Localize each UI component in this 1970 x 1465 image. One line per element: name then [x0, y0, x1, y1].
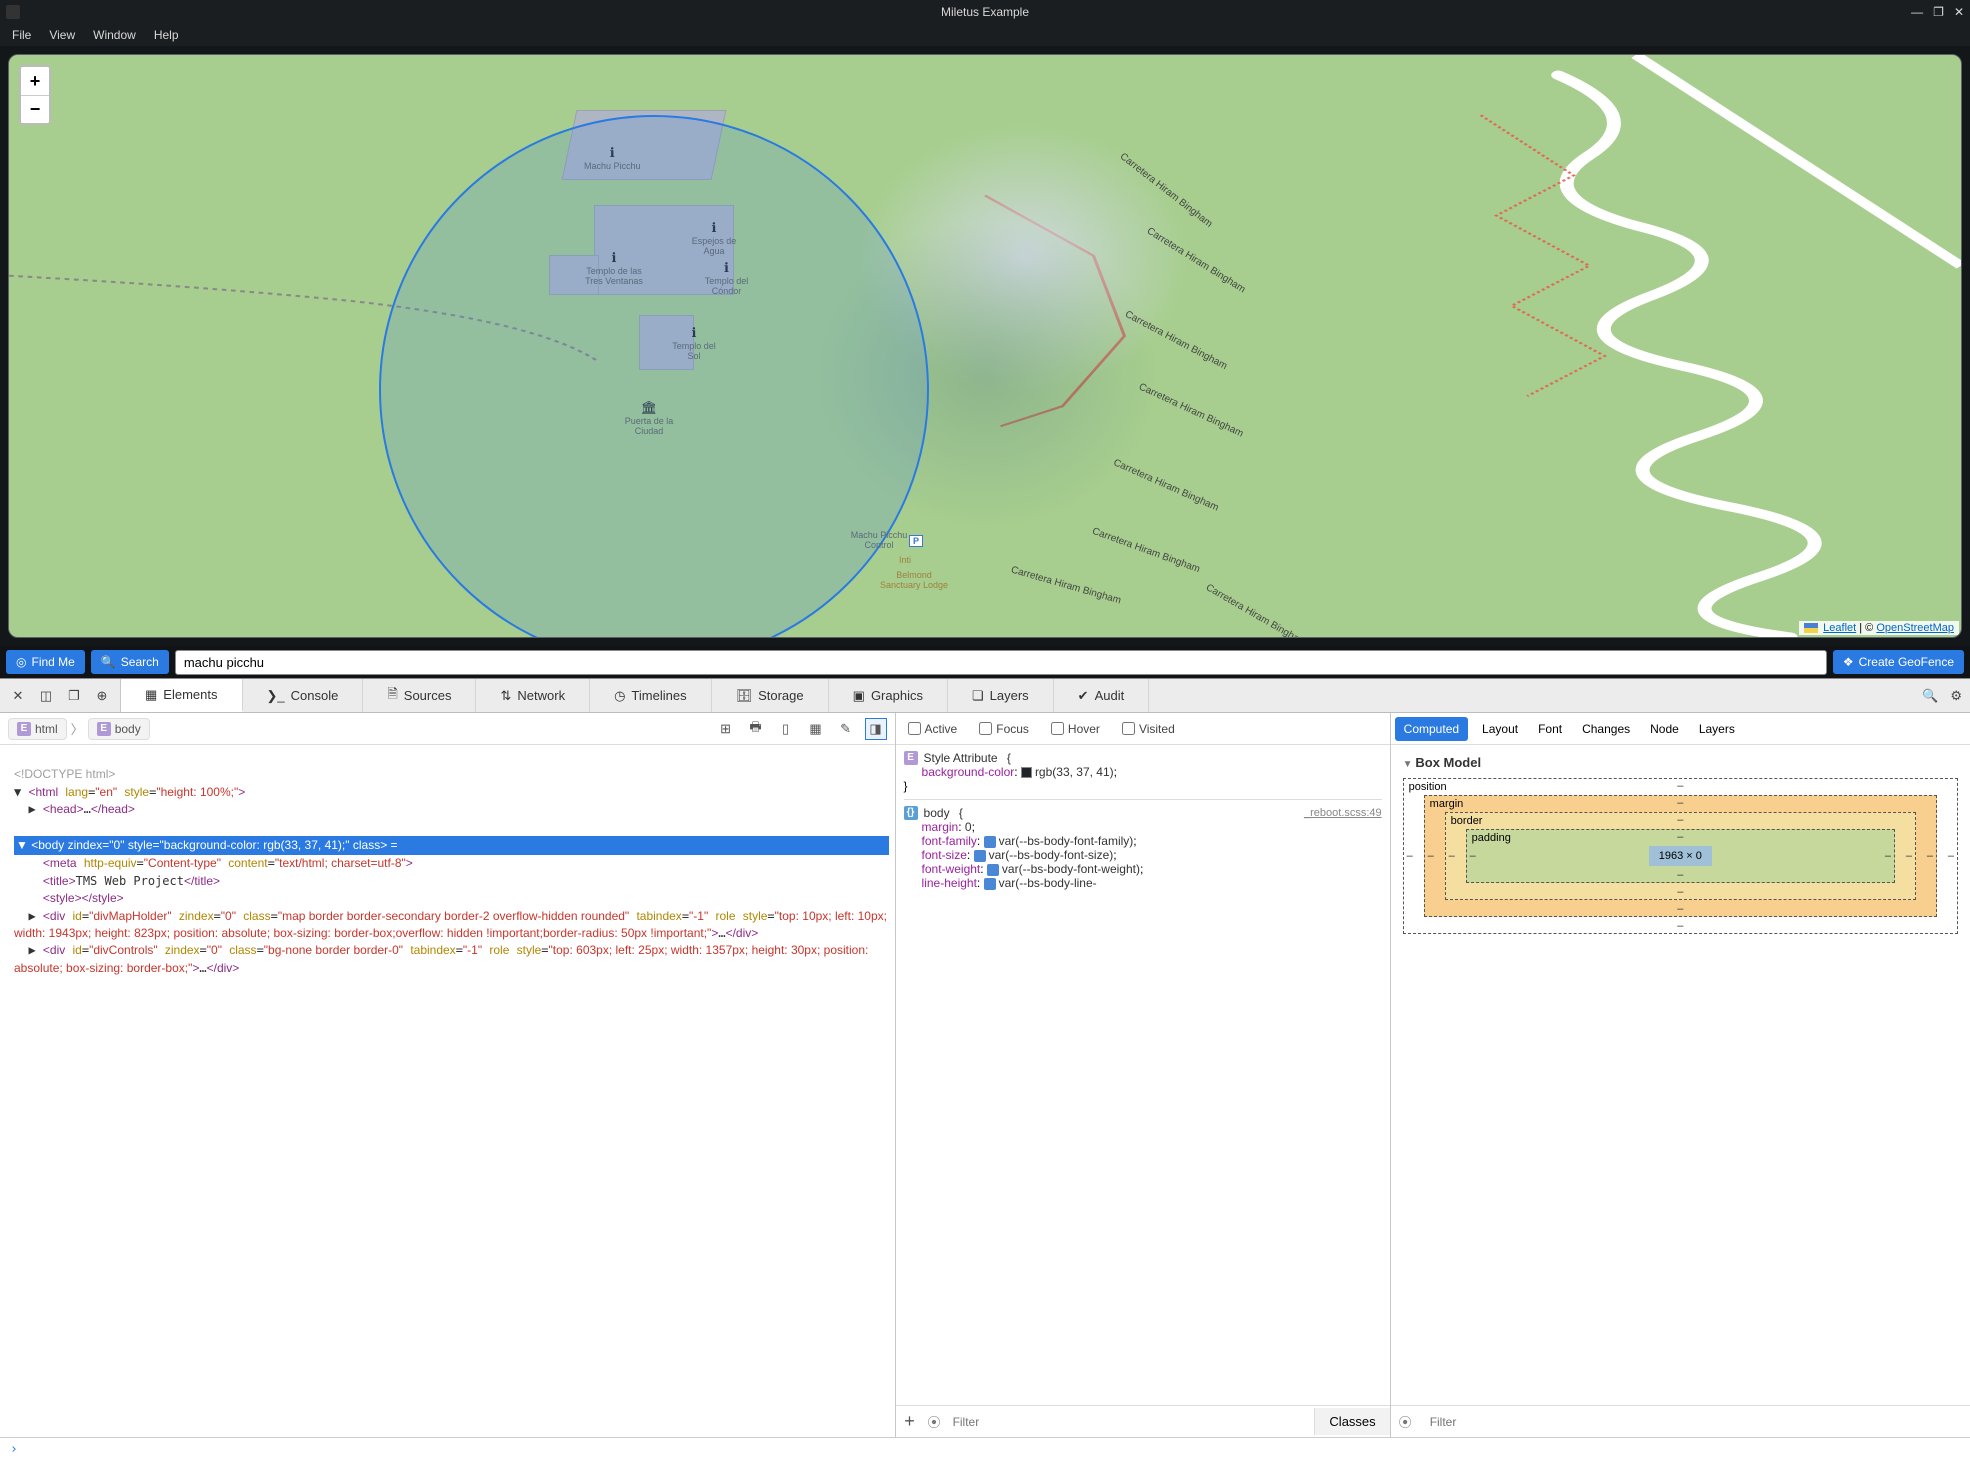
app-icon — [6, 5, 20, 19]
find-me-button[interactable]: ◎ Find Me — [6, 650, 85, 674]
toggle-pane-icon[interactable]: ◨ — [865, 718, 887, 740]
search-input[interactable] — [175, 650, 1827, 675]
font-tab[interactable]: Font — [1528, 715, 1572, 743]
box-model-content: 1963 × 0 — [1649, 846, 1712, 866]
zoom-in-button[interactable]: + — [21, 67, 49, 95]
changes-tab[interactable]: Changes — [1572, 715, 1640, 743]
layers-subtab[interactable]: Layers — [1689, 715, 1745, 743]
tab-console[interactable]: ❯_Console — [243, 679, 364, 712]
box-model-border: border –––– padding –––– 1963 × 0 — [1445, 812, 1916, 900]
box-model-margin: margin –––– border –––– padding –––– 196… — [1424, 795, 1937, 917]
menu-help[interactable]: Help — [146, 26, 187, 44]
layout-tab[interactable]: Layout — [1472, 715, 1528, 743]
rule-source-link[interactable]: _reboot.scss:49 — [1304, 807, 1382, 819]
create-geofence-button[interactable]: ❖ Create GeoFence — [1833, 650, 1964, 674]
console-tab-icon: ❯_ — [267, 688, 285, 704]
dock-popout-icon[interactable]: ❐ — [62, 684, 86, 708]
box-model-heading: Box Model — [1403, 755, 1958, 770]
devtools-panel: ✕ ◫ ❐ ⊕ ▦Elements ❯_Console 🗎Sources ⇅Ne… — [0, 678, 1970, 1465]
var-link-icon[interactable] — [987, 864, 999, 876]
menu-file[interactable]: File — [4, 26, 39, 44]
window-title: Miletus Example — [941, 5, 1029, 19]
window-maximize-button[interactable]: ❐ — [1933, 5, 1944, 19]
window-close-button[interactable]: ✕ — [1954, 5, 1964, 19]
filter-icon: ⦿ — [924, 1412, 945, 1431]
pseudo-state-row: Active Focus Hover Visited — [896, 713, 1390, 745]
search-icon: 🔍 — [101, 655, 116, 669]
state-visited[interactable]: Visited — [1122, 722, 1175, 736]
computed-tab[interactable]: Computed — [1395, 717, 1468, 741]
dock-side-icon[interactable]: ◫ — [34, 684, 58, 708]
state-active[interactable]: Active — [908, 722, 958, 736]
var-link-icon[interactable] — [974, 850, 986, 862]
var-link-icon[interactable] — [984, 836, 996, 848]
filter-icon: ⦿ — [1391, 1412, 1420, 1431]
computed-filter-input[interactable] — [1420, 1409, 1970, 1435]
map-viewport[interactable]: ℹMachu Picchu ℹTemplo de las Tres Ventan… — [8, 54, 1962, 638]
device-icon[interactable]: ▯ — [775, 718, 797, 740]
breadcrumb-html[interactable]: Ehtml — [8, 718, 67, 740]
sources-tab-icon: 🗎 — [387, 685, 397, 707]
devtools-settings-icon[interactable]: ⚙ — [1950, 688, 1962, 704]
state-focus[interactable]: Focus — [979, 722, 1029, 736]
dom-tree[interactable]: <!DOCTYPE html> ▼ <html lang="en" style=… — [0, 745, 895, 1437]
node-tab[interactable]: Node — [1640, 715, 1689, 743]
fence-icon: ❖ — [1843, 655, 1854, 669]
map-zoom-control: + − — [19, 65, 51, 125]
zoom-out-button[interactable]: − — [21, 95, 49, 123]
devtools-search-icon[interactable]: 🔍 — [1922, 688, 1938, 704]
graphics-tab-icon: ▣ — [853, 688, 865, 704]
map-attribution: Leaflet | © OpenStreetMap — [1799, 621, 1959, 635]
tab-elements[interactable]: ▦Elements — [121, 679, 243, 712]
console-prompt[interactable]: › — [0, 1437, 1970, 1465]
window-titlebar: Miletus Example — ❐ ✕ — [0, 0, 1970, 24]
grid-icon[interactable]: ▦ — [805, 718, 827, 740]
flag-icon — [1804, 623, 1818, 633]
audit-tab-icon: ✔ — [1078, 688, 1089, 704]
print-icon[interactable]: 🖶 — [745, 718, 767, 740]
styles-list[interactable]: EStyle Attribute { background-color: rgb… — [896, 745, 1390, 1405]
edit-icon[interactable]: ✎ — [835, 718, 857, 740]
tab-storage[interactable]: 🗄Storage — [712, 679, 829, 712]
osm-link[interactable]: OpenStreetMap — [1876, 622, 1954, 634]
menu-view[interactable]: View — [41, 26, 83, 44]
elements-tab-icon: ▦ — [145, 687, 157, 703]
layout-mode-icon[interactable]: ⊞ — [715, 718, 737, 740]
layers-tab-icon: ❏ — [972, 688, 984, 704]
tab-audit[interactable]: ✔Audit — [1054, 679, 1150, 712]
network-tab-icon: ⇅ — [500, 688, 511, 704]
box-model-position: position –––– margin –––– border –––– pa… — [1403, 778, 1958, 934]
timelines-tab-icon: ◷ — [614, 688, 625, 704]
tab-network[interactable]: ⇅Network — [476, 679, 590, 712]
tab-sources[interactable]: 🗎Sources — [363, 679, 476, 712]
color-swatch[interactable] — [1021, 767, 1032, 778]
window-minimize-button[interactable]: — — [1911, 5, 1923, 19]
geofence-circle — [379, 115, 929, 638]
map-toolbar: ◎ Find Me 🔍 Search ❖ Create GeoFence — [0, 646, 1970, 678]
classes-button[interactable]: Classes — [1314, 1408, 1389, 1435]
tab-timelines[interactable]: ◷Timelines — [590, 679, 712, 712]
app-menubar: File View Window Help — [0, 24, 1970, 46]
var-link-icon[interactable] — [984, 878, 996, 890]
tab-layers[interactable]: ❏Layers — [948, 679, 1054, 712]
tab-graphics[interactable]: ▣Graphics — [829, 679, 948, 712]
add-rule-button[interactable]: + — [896, 1411, 924, 1432]
storage-tab-icon: 🗄 — [736, 688, 753, 704]
target-icon: ◎ — [16, 655, 26, 669]
box-model-padding: padding –––– 1963 × 0 — [1466, 829, 1895, 883]
search-button[interactable]: 🔍 Search — [91, 650, 169, 674]
target-mode-icon[interactable]: ⊕ — [90, 684, 114, 708]
menu-window[interactable]: Window — [85, 26, 144, 44]
breadcrumb-body[interactable]: Ebody — [88, 718, 150, 740]
styles-filter-input[interactable] — [945, 1409, 1315, 1435]
state-hover[interactable]: Hover — [1051, 722, 1100, 736]
close-devtools-icon[interactable]: ✕ — [6, 684, 30, 708]
leaflet-link[interactable]: Leaflet — [1823, 622, 1856, 634]
